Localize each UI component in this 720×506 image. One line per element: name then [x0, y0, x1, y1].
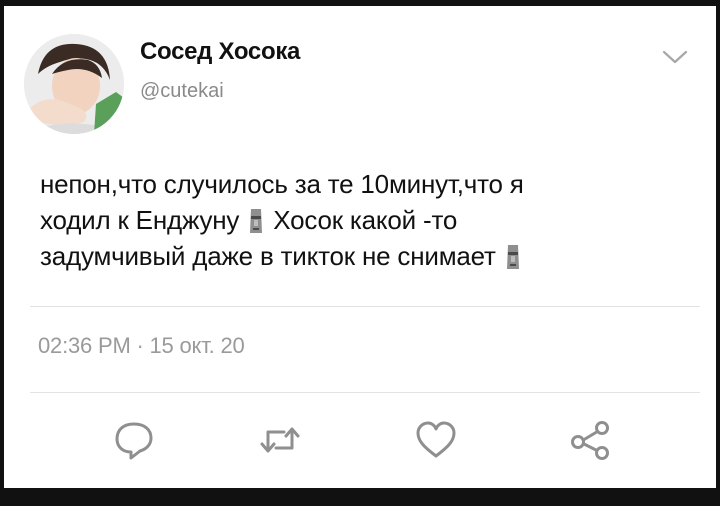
- avatar[interactable]: [24, 34, 124, 134]
- bottom-frame-bar: [0, 488, 720, 506]
- tweet-line-3: задумчивый даже в тикток не снимает: [40, 238, 680, 274]
- divider: [30, 306, 700, 307]
- heart-icon: [416, 421, 456, 458]
- divider: [30, 392, 700, 393]
- tweet-line-3-text: задумчивый даже в тикток не снимает: [40, 241, 496, 271]
- author-name[interactable]: Сосед Хосока: [140, 38, 300, 66]
- speech-bubble-icon: [115, 422, 153, 460]
- timestamp[interactable]: 02:36 PM · 15 окт. 20: [38, 333, 245, 359]
- top-frame-bar: [0, 0, 720, 6]
- author-handle[interactable]: @cutekai: [140, 80, 224, 103]
- left-frame-bar: [0, 0, 4, 506]
- share-icon: [571, 421, 609, 460]
- tweet-line-1: непон,что случилось за те 10минут,что я: [40, 169, 524, 199]
- reply-button[interactable]: [112, 418, 156, 462]
- retweet-button[interactable]: [258, 418, 302, 462]
- moai-icon: [248, 207, 264, 235]
- like-button[interactable]: [414, 418, 458, 462]
- tweet-text: непон,что случилось за те 10минут,что я …: [40, 166, 680, 274]
- moai-icon: [505, 243, 521, 271]
- tweet-line-2-text: ходил к Енджуну: [40, 205, 240, 235]
- chevron-down-icon[interactable]: [660, 46, 690, 68]
- tweet-line-2b-text: Хосок какой -то: [273, 205, 458, 235]
- tweet-card: Сосед Хосока @cutekai непон,что случилос…: [0, 0, 720, 506]
- retweet-icon: [260, 427, 300, 453]
- tweet-line-2: ходил к Енджуну Хосок какой -то: [40, 202, 680, 238]
- share-button[interactable]: [568, 418, 612, 462]
- right-frame-bar: [716, 0, 720, 506]
